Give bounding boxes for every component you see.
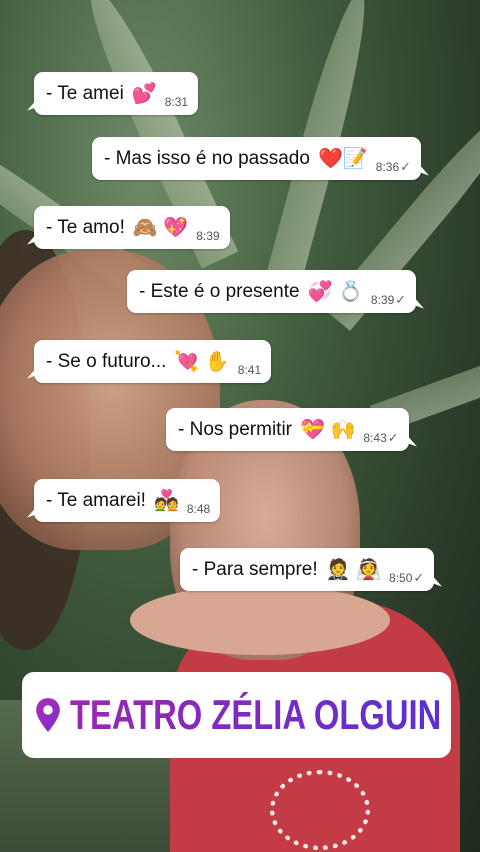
- message-emoji: 🙈 💖: [132, 216, 189, 239]
- check-icon: ✓: [413, 570, 425, 585]
- location-name: TEATRO ZÉLIA OLGUIN: [70, 691, 442, 738]
- message-time: 8:48: [186, 502, 211, 516]
- message-text: - Se o futuro...: [46, 350, 167, 372]
- check-icon: ✓: [400, 159, 412, 174]
- message-time: 8:50: [389, 571, 413, 585]
- message-time: 8:31: [164, 95, 189, 109]
- message-time: 8:36: [375, 160, 400, 174]
- message-time: 8:43: [363, 431, 387, 445]
- check-icon: ✓: [395, 292, 407, 307]
- message-text: - Te amei: [46, 82, 124, 104]
- check-icon: ✓: [387, 430, 399, 445]
- message-text: - Nos permitir: [178, 418, 293, 440]
- message-emoji: 💕: [131, 82, 157, 105]
- chat-message: - Nos permitir 💝 🙌 8:43 ✓: [166, 408, 409, 451]
- message-emoji: 🤵 👰: [325, 558, 382, 581]
- message-emoji: 💘 ✋: [174, 350, 230, 373]
- message-text: - Te amo!: [46, 216, 125, 238]
- chat-message: - Para sempre! 🤵 👰 8:50 ✓: [180, 548, 435, 591]
- message-emoji: 💑: [153, 489, 179, 512]
- chat-message: - Se o futuro... 💘 ✋ 8:41: [34, 340, 272, 383]
- location-pin-icon: [36, 698, 60, 732]
- chat-message: - Te amo! 🙈 💖 8:39: [34, 206, 230, 249]
- message-text: - Este é o presente: [139, 280, 300, 302]
- message-emoji: 💝 🙌: [300, 418, 356, 441]
- message-text: - Para sempre!: [192, 558, 318, 580]
- message-text: - Te amarei!: [46, 489, 146, 511]
- chat-message: - Te amei 💕 8:31: [34, 72, 199, 115]
- chat-message: - Te amarei! 💑 8:48: [34, 479, 221, 522]
- chat-message: - Mas isso é no passado ❤️📝 8:36 ✓: [92, 137, 422, 180]
- message-text: - Mas isso é no passado: [104, 147, 310, 169]
- message-emoji: ❤️📝: [317, 147, 368, 170]
- message-time: 8:39: [370, 293, 395, 307]
- location-sticker[interactable]: TEATRO ZÉLIA OLGUIN: [22, 672, 451, 758]
- chat-message: - Este é o presente 💞 💍 8:39 ✓: [127, 270, 417, 313]
- message-time: 8:41: [237, 363, 262, 377]
- message-emoji: 💞 💍: [307, 280, 363, 303]
- message-time: 8:39: [196, 229, 220, 243]
